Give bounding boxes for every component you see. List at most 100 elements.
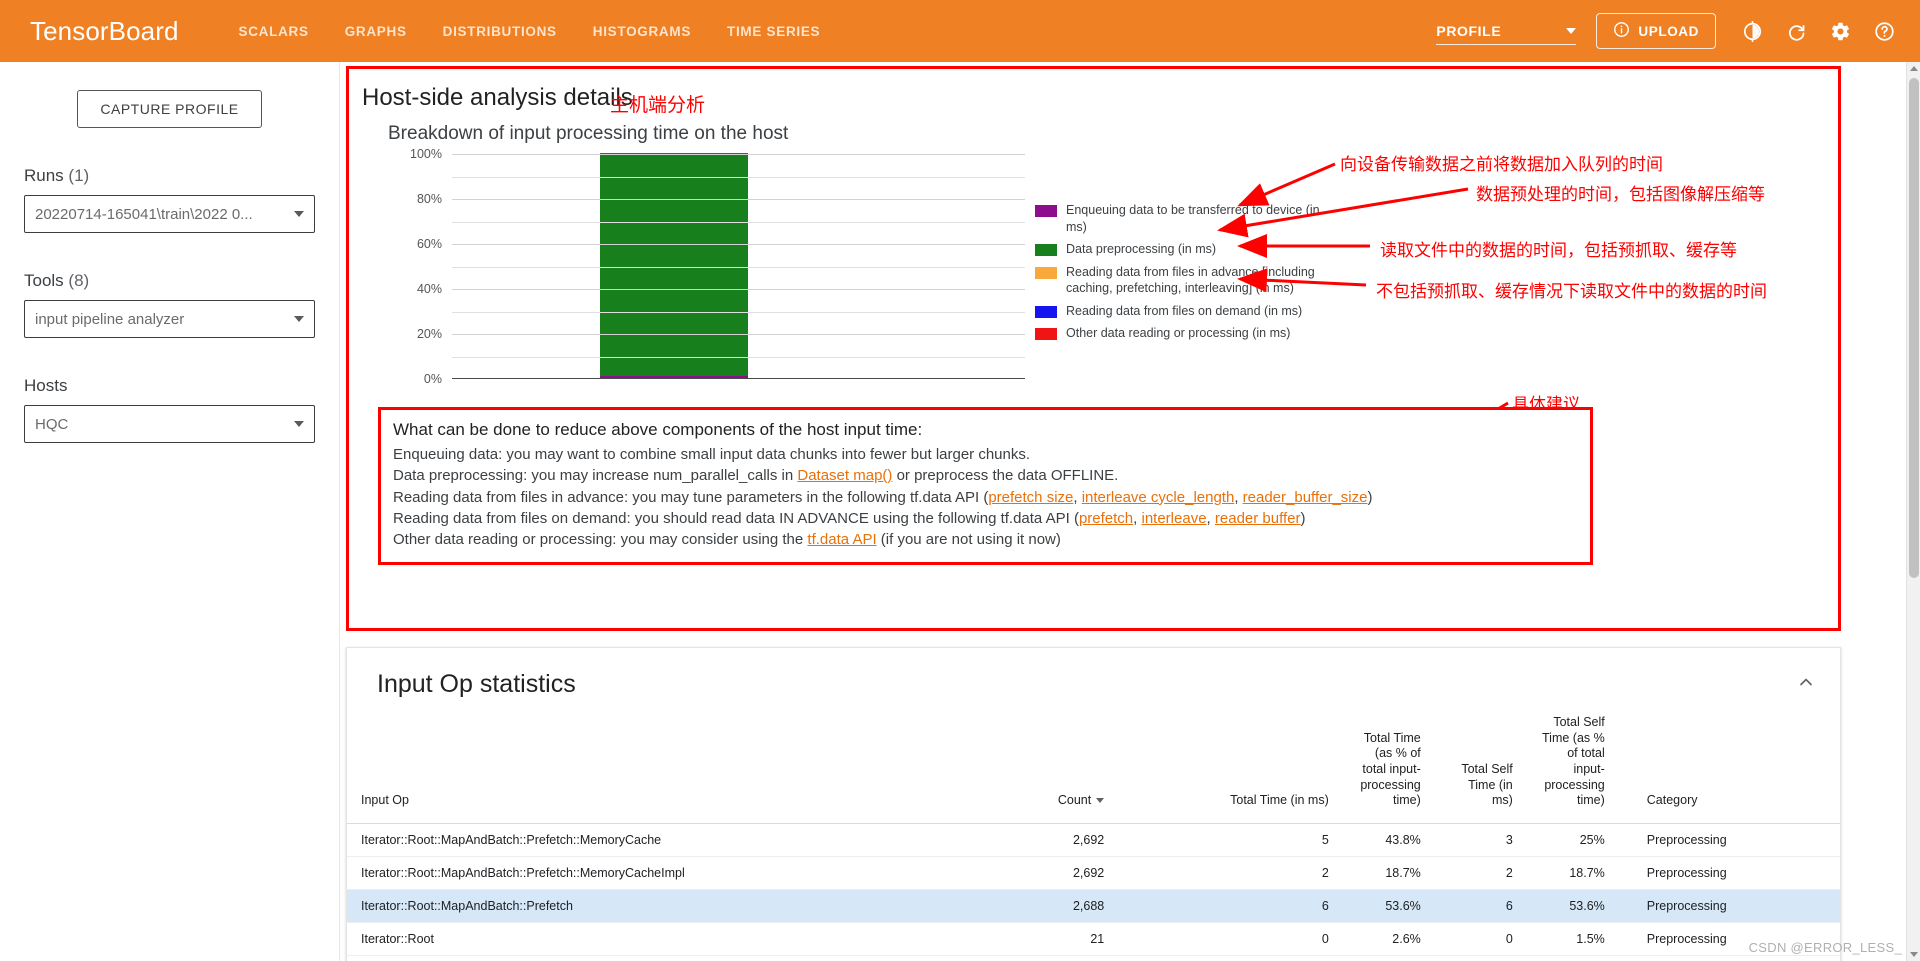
gridline-minor bbox=[452, 311, 1025, 313]
legend-item[interactable]: Other data reading or processing (in ms) bbox=[1035, 325, 1335, 342]
table-head: Input Op Count Total Time (in ms) Total … bbox=[347, 709, 1840, 824]
chart-legend: Enqueuing data to be transferred to devi… bbox=[1035, 202, 1335, 348]
scroll-down-arrow-icon[interactable] bbox=[1910, 952, 1918, 957]
recommendation-text: , bbox=[1073, 488, 1082, 506]
cell-total-self-time: 3 bbox=[1432, 823, 1525, 857]
runs-selected-value: 20220714-165041\train\2022 0... bbox=[35, 205, 253, 223]
cell-total-self-time: 2 bbox=[1432, 856, 1525, 890]
legend-item[interactable]: Reading data from files on demand (in ms… bbox=[1035, 303, 1335, 320]
upload-button[interactable]: UPLOAD bbox=[1596, 13, 1716, 49]
cell-category: Preprocessing bbox=[1616, 823, 1840, 857]
cell-total-time: 5 bbox=[1116, 823, 1341, 857]
col-header-category[interactable]: Category bbox=[1616, 709, 1840, 824]
scrollbar-thumb[interactable] bbox=[1909, 78, 1919, 578]
cell-count: 21 bbox=[987, 922, 1117, 956]
legend-item[interactable]: Reading data from files in advance [incl… bbox=[1035, 264, 1335, 297]
legend-label: Reading data from files in advance [incl… bbox=[1066, 264, 1315, 296]
recommendation-text: ) bbox=[1300, 509, 1306, 527]
legend-label: Enqueuing data to be transferred to devi… bbox=[1066, 203, 1320, 234]
legend-item[interactable]: Enqueuing data to be transferred to devi… bbox=[1035, 202, 1335, 235]
hosts-select[interactable]: HQC bbox=[24, 405, 315, 443]
recommendation-link[interactable]: reader_buffer_size bbox=[1243, 489, 1368, 506]
hosts-label: Hosts bbox=[24, 376, 68, 395]
cell-total-self-time: 6 bbox=[1432, 889, 1525, 923]
gear-icon[interactable] bbox=[1818, 9, 1862, 53]
gridline bbox=[452, 244, 1025, 245]
tab-histograms[interactable]: HISTOGRAMS bbox=[575, 24, 709, 39]
cell-total-time: 6 bbox=[1116, 889, 1341, 923]
recommendation-link[interactable]: prefetch bbox=[1079, 510, 1133, 527]
col-header-total-time[interactable]: Total Time (in ms) bbox=[1116, 709, 1341, 824]
sidebar: CAPTURE PROFILE Runs (1) 20220714-165041… bbox=[0, 62, 340, 961]
y-tick-label: 80% bbox=[416, 192, 442, 206]
scroll-up-arrow-icon[interactable] bbox=[1910, 66, 1918, 71]
tools-select[interactable]: input pipeline analyzer bbox=[24, 300, 315, 338]
recommendation-text: or preprocess the data OFFLINE. bbox=[892, 467, 1119, 485]
cell-category: Preprocessing bbox=[1616, 955, 1840, 961]
stats-title: Input Op statistics bbox=[377, 670, 576, 698]
tools-selected-value: input pipeline analyzer bbox=[35, 310, 185, 328]
cell-count: 2,692 bbox=[987, 856, 1117, 890]
col-header-input-op[interactable]: Input Op bbox=[347, 709, 988, 824]
bar-segment[interactable] bbox=[600, 375, 748, 378]
table-row[interactable]: Iterator::Root::MapAndBatch2101.1%01.1%P… bbox=[347, 955, 1840, 961]
gridline bbox=[452, 154, 1025, 155]
cell-total-time: 0 bbox=[1116, 955, 1341, 961]
table-row[interactable]: Iterator::Root::MapAndBatch::Prefetch::M… bbox=[347, 856, 1840, 890]
bar-segment[interactable] bbox=[600, 153, 748, 376]
active-plugin-select[interactable]: PROFILE bbox=[1436, 17, 1577, 45]
annotation-preprocess-note: 数据预处理的时间，包括图像解压缩等 bbox=[1476, 185, 1765, 204]
tab-scalars[interactable]: SCALARS bbox=[221, 24, 327, 39]
app-brand: TensorBoard bbox=[30, 15, 179, 46]
chevron-up-icon[interactable] bbox=[1796, 672, 1816, 697]
legend-item[interactable]: Data preprocessing (in ms) bbox=[1035, 241, 1335, 258]
cell-total-self-time-pct: 53.6% bbox=[1524, 889, 1617, 923]
vertical-scrollbar[interactable] bbox=[1906, 62, 1920, 961]
recommendations-title: What can be done to reduce above compone… bbox=[393, 420, 923, 439]
cell-total-self-time-pct: 18.7% bbox=[1524, 856, 1617, 890]
runs-select[interactable]: 20220714-165041\train\2022 0... bbox=[24, 195, 315, 233]
help-icon[interactable] bbox=[1862, 9, 1906, 53]
host-analysis-title: Host-side analysis details bbox=[362, 84, 633, 111]
hosts-selected-value: HQC bbox=[35, 415, 69, 433]
input-op-table: Input Op Count Total Time (in ms) Total … bbox=[347, 709, 1840, 961]
upload-label: UPLOAD bbox=[1638, 23, 1699, 39]
cell-count: 21 bbox=[987, 955, 1117, 961]
col-header-total-time-pct[interactable]: Total Time (as % of total input-processi… bbox=[1340, 709, 1433, 824]
plugin-tabs: SCALARS GRAPHS DISTRIBUTIONS HISTOGRAMS … bbox=[221, 24, 839, 39]
capture-profile-button[interactable]: CAPTURE PROFILE bbox=[77, 90, 262, 128]
recommendation-link[interactable]: interleave bbox=[1142, 510, 1207, 527]
col-header-count[interactable]: Count bbox=[987, 709, 1117, 824]
recommendation-text: Reading data from files in advance: you … bbox=[393, 488, 989, 506]
recommendation-link[interactable]: prefetch size bbox=[988, 489, 1073, 506]
plot-area bbox=[452, 153, 1025, 379]
table-row[interactable]: Iterator::Root 21 0 2.6% 0 1.5% Preprocessing bbox=[347, 922, 1840, 956]
annotation-enqueue-note: 向设备传输数据之前将数据加入队列的时间 bbox=[1340, 155, 1663, 174]
tab-time-series[interactable]: TIME SERIES bbox=[709, 24, 838, 39]
recommendation-line: Reading data from files in advance: you … bbox=[393, 487, 1578, 508]
recommendation-link[interactable]: Dataset map() bbox=[797, 467, 892, 484]
refresh-icon[interactable] bbox=[1774, 9, 1818, 53]
legend-color-swatch bbox=[1035, 328, 1057, 340]
gridline bbox=[452, 199, 1025, 200]
app-body: CAPTURE PROFILE Runs (1) 20220714-165041… bbox=[0, 62, 1920, 961]
cell-category: Preprocessing bbox=[1616, 889, 1840, 923]
brightness-icon[interactable] bbox=[1730, 9, 1774, 53]
cell-total-self-time-pct: 1.5% bbox=[1524, 922, 1617, 956]
table-row[interactable]: Iterator::Root::MapAndBatch::Prefetch 2,6… bbox=[347, 889, 1840, 923]
cell-total-time: 2 bbox=[1116, 856, 1341, 890]
col-header-total-self-time-pct[interactable]: Total Self Time (as % of total input-pro… bbox=[1524, 709, 1617, 824]
tab-distributions[interactable]: DISTRIBUTIONS bbox=[425, 24, 575, 39]
cell-total-time-pct: 2.6% bbox=[1340, 922, 1433, 956]
col-header-total-self-time[interactable]: Total Self Time (in ms) bbox=[1432, 709, 1525, 824]
info-icon bbox=[1613, 21, 1630, 41]
legend-color-swatch bbox=[1035, 244, 1057, 256]
tab-graphs[interactable]: GRAPHS bbox=[327, 24, 425, 39]
chevron-down-icon bbox=[1566, 28, 1577, 34]
recommendation-link[interactable]: tf.data API bbox=[807, 531, 876, 548]
runs-label: Runs (1) bbox=[24, 166, 90, 185]
table-row[interactable]: Iterator::Root::MapAndBatch::Prefetch::M… bbox=[347, 823, 1840, 857]
cell-total-self-time: 0 bbox=[1432, 955, 1525, 961]
recommendation-link[interactable]: reader buffer bbox=[1215, 510, 1301, 527]
recommendation-link[interactable]: interleave cycle_length bbox=[1082, 489, 1235, 506]
